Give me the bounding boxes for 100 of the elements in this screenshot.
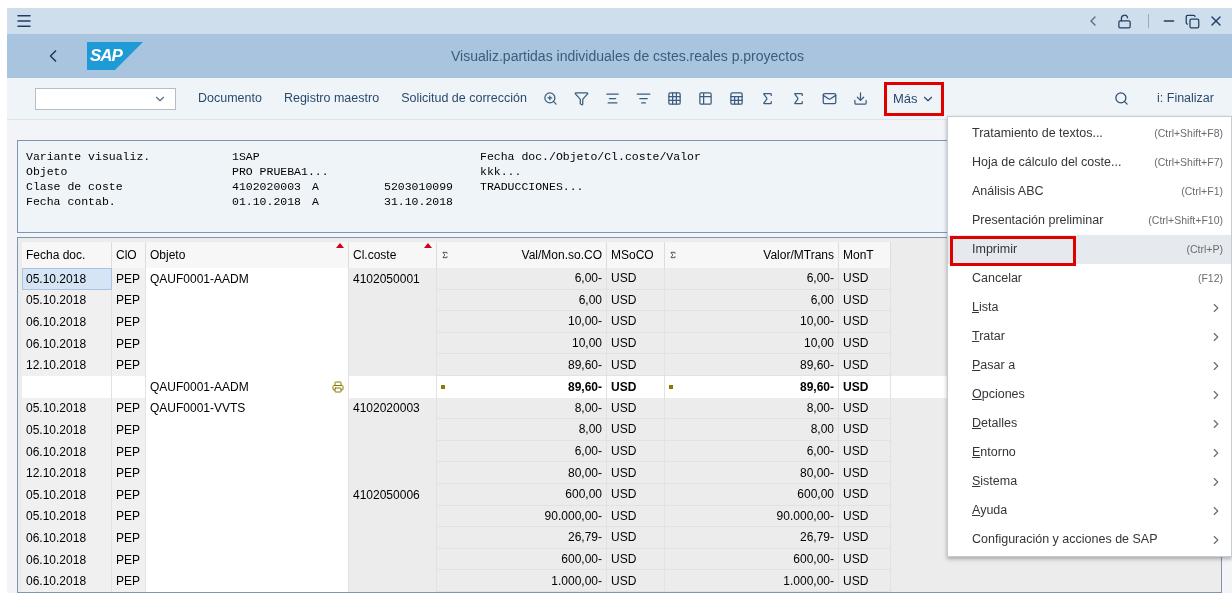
- cell-text: 89,60-: [567, 378, 602, 396]
- shortcut-label: (Ctrl+P): [1186, 241, 1223, 257]
- menu-item[interactable]: Presentación preliminar (Ctrl+Shift+F10): [948, 206, 1231, 235]
- menu-item[interactable]: Configuración y acciones de SAP: [948, 525, 1231, 554]
- table-cell: USD: [839, 505, 891, 528]
- toolbar-button[interactable]: Solicitud de corrección: [401, 89, 527, 108]
- table-cell: 12.10.2018: [22, 354, 112, 376]
- column-label: ClO: [116, 247, 137, 264]
- table-cell: PEP: [112, 289, 146, 312]
- column-label: MSoCO: [611, 247, 654, 264]
- table-cell: 90.000,00-: [437, 505, 607, 528]
- menu-label: Hoja de cálculo del coste...: [972, 154, 1122, 172]
- table-cell: 26,79-: [437, 527, 607, 549]
- info-value: 01.10.2018: [232, 195, 301, 208]
- more-button[interactable]: Más: [883, 81, 945, 116]
- menu-item[interactable]: Pasar a: [948, 351, 1231, 380]
- sort-icon[interactable]: [635, 91, 651, 106]
- table-cell: USD: [607, 505, 665, 528]
- column-label: MonT: [843, 247, 874, 264]
- table-cell: USD: [839, 462, 891, 484]
- toolbar-button[interactable]: Documento: [198, 89, 262, 108]
- table-cell: PEP: [112, 311, 146, 333]
- column-header[interactable]: Fecha doc.: [22, 242, 112, 268]
- table-cell: 06.10.2018: [22, 570, 112, 592]
- table-cell: 10,00-: [665, 311, 839, 333]
- total-marker-icon: [669, 384, 673, 389]
- column-header[interactable]: MonT: [839, 242, 891, 268]
- menu-item[interactable]: Sistema: [948, 467, 1231, 496]
- menu-item[interactable]: Detalles: [948, 409, 1231, 438]
- column-header[interactable]: Cl.coste: [349, 242, 437, 268]
- exit-button[interactable]: i: Finalizar: [1157, 89, 1214, 108]
- table-cell: PEP: [112, 440, 146, 463]
- cell-text: QAUF0001-AADM: [150, 378, 249, 396]
- shortcut-label: (Ctrl+Shift+F10): [1148, 212, 1223, 228]
- table-cell: 05.10.2018: [22, 483, 112, 506]
- toolbar-button[interactable]: Registro maestro: [283, 89, 380, 108]
- table-cell: 05.10.2018: [22, 289, 112, 312]
- menu-item[interactable]: Tratamiento de textos... (Ctrl+Shift+F8): [948, 119, 1231, 148]
- lock-icon[interactable]: [1117, 13, 1132, 29]
- zoom-icon[interactable]: [542, 91, 558, 106]
- info-label: Objeto: [26, 164, 69, 179]
- table-cell: USD: [839, 332, 891, 355]
- shortcut-label: (F12): [1197, 270, 1223, 286]
- table-cell: 10,00: [665, 332, 839, 355]
- menu-icon[interactable]: [15, 12, 33, 30]
- menu-item[interactable]: Hoja de cálculo del coste... (Ctrl+Shift+F7): [948, 148, 1231, 177]
- column-header[interactable]: ClO: [112, 242, 146, 268]
- printer-icon: [332, 380, 344, 393]
- menu-item[interactable]: Tratar: [948, 322, 1231, 351]
- grid-icon[interactable]: [666, 91, 682, 106]
- menu-item[interactable]: Lista: [948, 293, 1231, 322]
- column-header[interactable]: Valor/MTrans: [665, 242, 839, 268]
- menu-item[interactable]: Ayuda: [948, 496, 1231, 525]
- table-icon[interactable]: [697, 91, 713, 106]
- column-header[interactable]: MSoCO: [607, 242, 665, 268]
- table-cell: 10,00: [437, 332, 607, 355]
- menu-item[interactable]: Cancelar (F12): [948, 264, 1231, 293]
- column-header[interactable]: Val/Mon.so.CO: [437, 242, 607, 268]
- table-cell: 8,00: [665, 419, 839, 441]
- table-cell: USD: [839, 289, 891, 312]
- table-cell: 89,60-: [437, 354, 607, 376]
- column-label: Cl.coste: [353, 247, 397, 264]
- table-cell: 06.10.2018: [22, 527, 112, 549]
- table-cell: QAUF0001-AADM: [146, 268, 349, 290]
- column-header[interactable]: Objeto: [146, 242, 349, 268]
- table-cell: USD: [607, 332, 665, 355]
- table-cell: 06.10.2018: [22, 440, 112, 463]
- menu-item[interactable]: Entorno: [948, 438, 1231, 467]
- table-cell: USD: [607, 548, 665, 571]
- info-connector: A: [312, 180, 319, 193]
- table-cell: 600,00: [437, 483, 607, 506]
- table-cell: PEP: [112, 354, 146, 376]
- restore-icon[interactable]: [1185, 13, 1200, 29]
- menu-label: Entorno: [972, 444, 1016, 462]
- menu-item[interactable]: Opciones: [948, 380, 1231, 409]
- table-cell: 8,00-: [665, 397, 839, 420]
- table-cell: 6,00-: [665, 440, 839, 463]
- column-label: Objeto: [150, 247, 186, 264]
- table-cell: PEP: [112, 505, 146, 528]
- table-cell: 05.10.2018: [22, 397, 112, 420]
- menu-item[interactable]: Análisis ABC (Ctrl+F1): [948, 177, 1231, 206]
- table-cell: PEP: [112, 397, 146, 420]
- table-cell: 06.10.2018: [22, 548, 112, 571]
- table-cell: USD: [607, 397, 665, 420]
- menu-item[interactable]: Imprimir (Ctrl+P): [948, 235, 1231, 264]
- search-icon[interactable]: [1114, 91, 1130, 106]
- mail-icon[interactable]: [821, 91, 837, 106]
- filter-icon[interactable]: [573, 91, 589, 106]
- table-cell: USD: [607, 440, 665, 463]
- menu-label: Ayuda: [972, 502, 1008, 520]
- menu-label: Análisis ABC: [972, 183, 1044, 201]
- align-icon[interactable]: [604, 91, 620, 106]
- table-cell: USD: [607, 268, 665, 290]
- download-icon[interactable]: [852, 91, 868, 106]
- total-marker-icon: [441, 384, 445, 389]
- info-text: Fecha doc./Objeto/Cl.coste/Valor: [480, 150, 701, 163]
- menu-label: Lista: [972, 299, 999, 317]
- table-cell: PEP: [112, 419, 146, 441]
- sheet-icon[interactable]: [728, 91, 744, 106]
- info-label: Fecha contab.: [26, 194, 117, 209]
